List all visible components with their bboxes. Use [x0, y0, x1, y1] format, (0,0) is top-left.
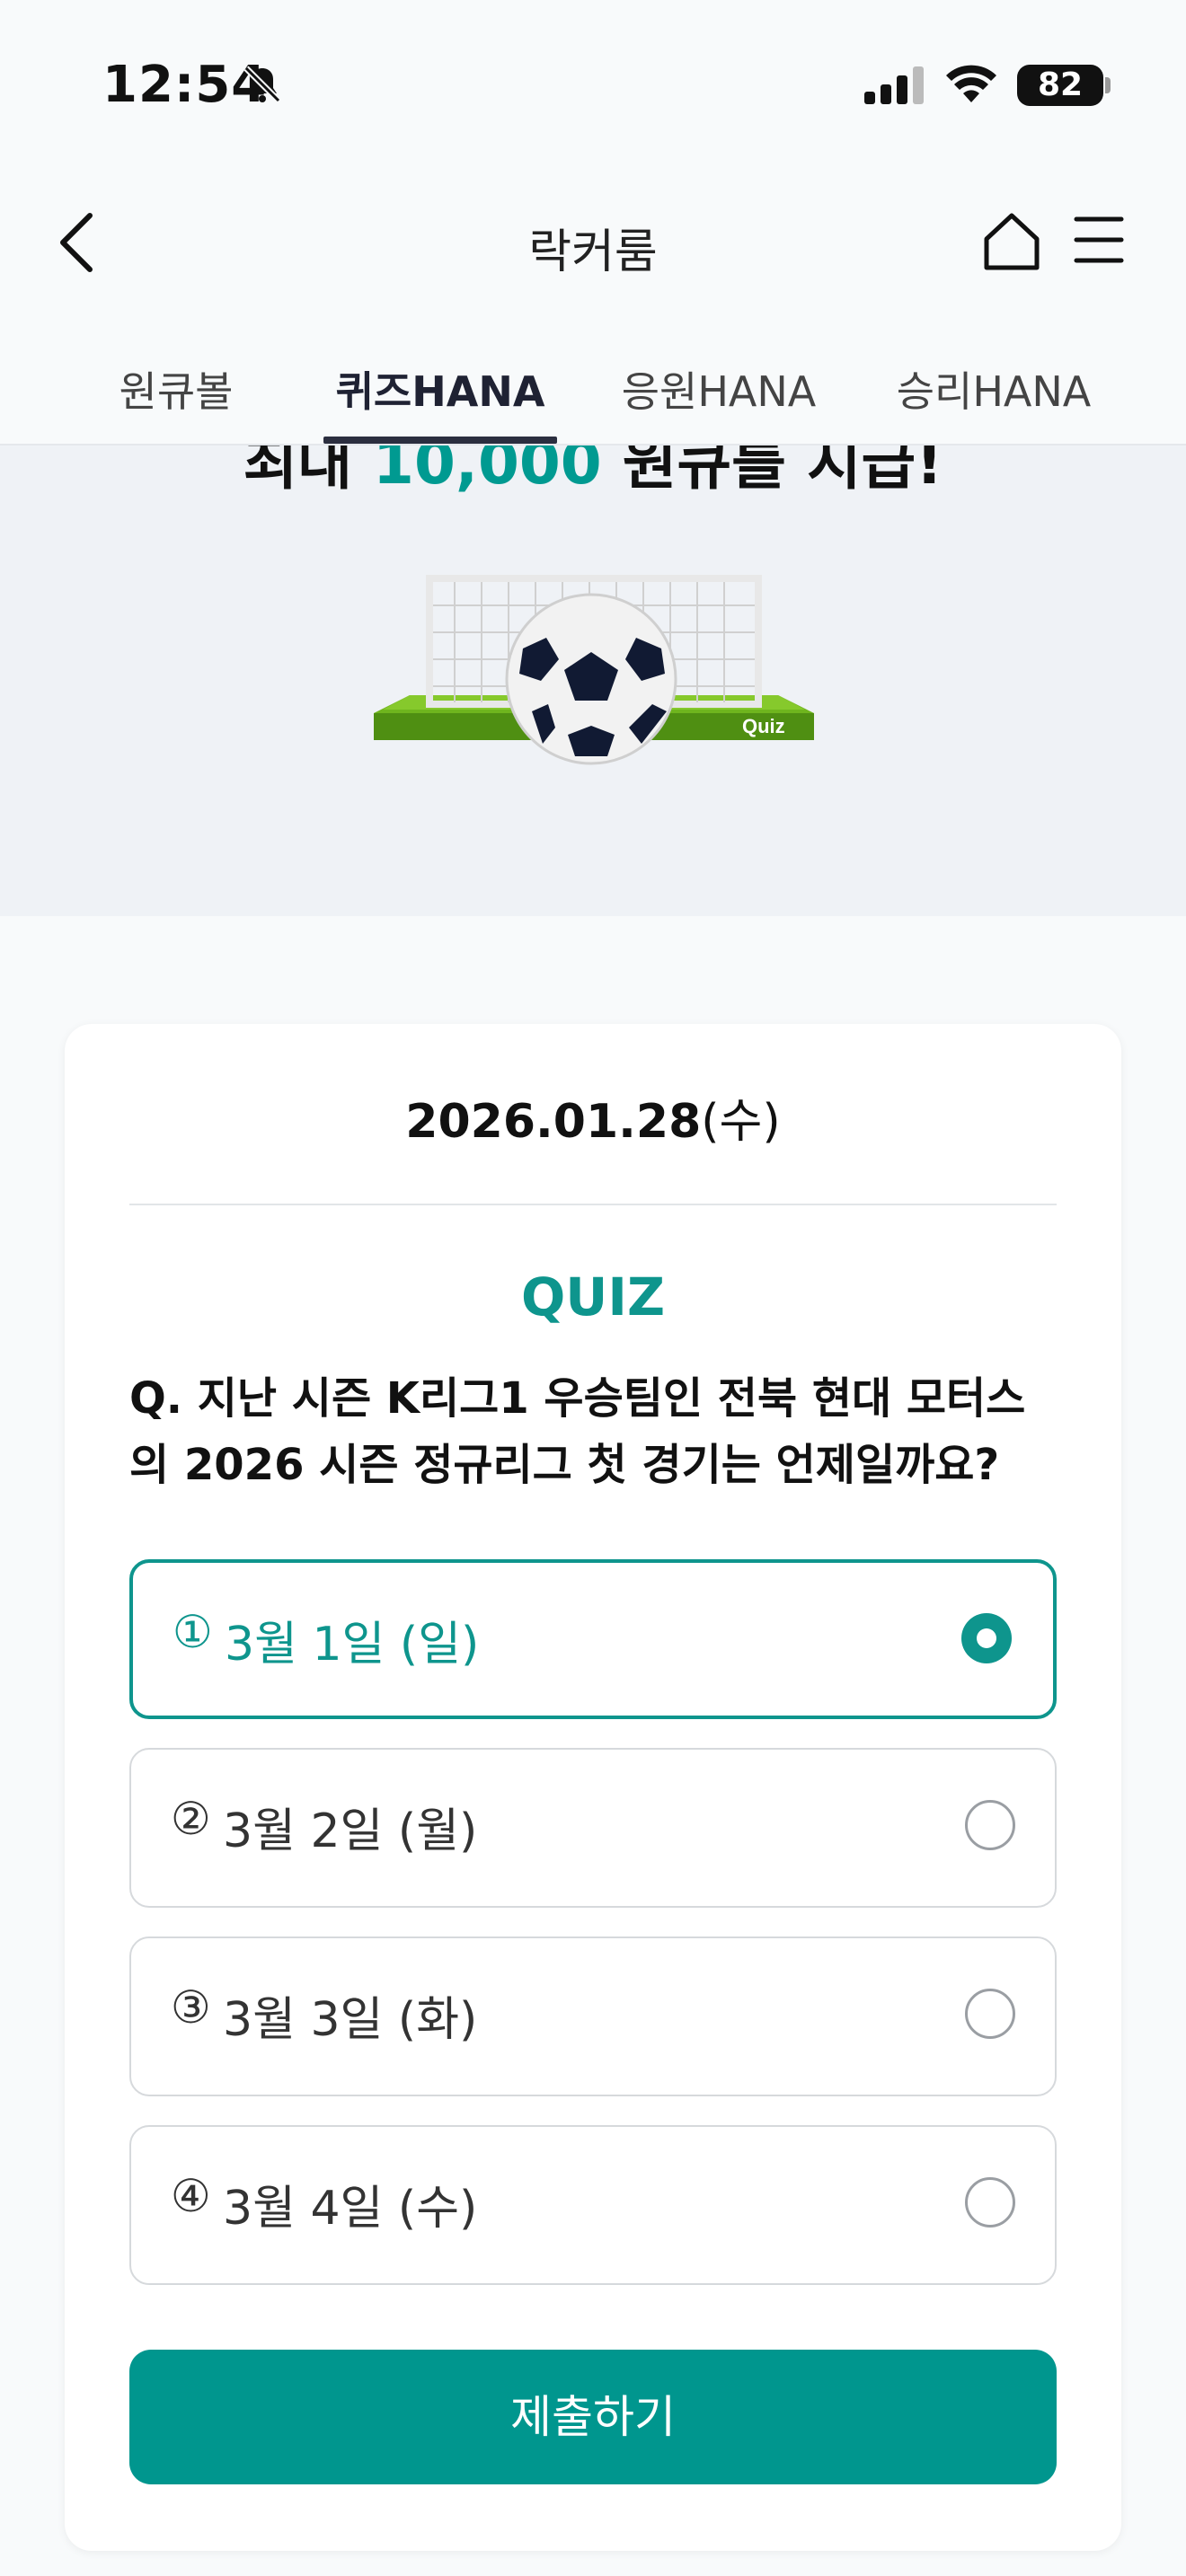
option-number: ①	[173, 1606, 213, 1658]
banner-headline: 최대 10,000 원큐를 지급!	[0, 446, 1186, 501]
quiz-date: 2026.01.28(수)	[65, 1083, 1121, 1151]
banner-prefix: 최대	[243, 446, 374, 498]
radio-unselected-icon[interactable]	[965, 1800, 1015, 1850]
bell-slash-icon	[243, 66, 281, 103]
quiz-title: QUIZ	[520, 1266, 666, 1328]
option-number: ③	[171, 1981, 211, 2033]
status-bar: 12:54 82	[0, 0, 1186, 171]
tab-cheer-hana[interactable]: 응원HANA	[611, 359, 827, 419]
divider	[129, 1204, 1057, 1205]
submit-button[interactable]: 제출하기	[129, 2350, 1057, 2484]
tab-bar: 원큐볼 퀴즈HANA 응원HANA 승리HANA	[0, 323, 1186, 446]
wifi-icon	[946, 65, 996, 102]
quiz-option-4[interactable]: ④ 3월 4일 (수)	[129, 2125, 1057, 2285]
tab-wonqball[interactable]: 원큐볼	[86, 359, 266, 419]
battery-icon: 82	[1017, 65, 1103, 106]
banner-suffix: 원큐를 지급!	[601, 446, 943, 498]
goal-quiz-label: Quiz	[742, 715, 785, 737]
event-banner: 최대 10,000 원큐를 지급! Quiz	[0, 446, 1186, 916]
radio-selected-icon[interactable]	[961, 1613, 1012, 1663]
tab-quiz-hana[interactable]: 퀴즈HANA	[323, 359, 557, 419]
active-tab-indicator	[323, 437, 557, 444]
radio-unselected-icon[interactable]	[965, 1989, 1015, 2039]
hamburger-menu-icon[interactable]	[1073, 212, 1125, 268]
quiz-option-1[interactable]: ① 3월 1일 (일)	[129, 1559, 1057, 1719]
option-label: 3월 1일 (일)	[225, 1618, 480, 1672]
quiz-question: Q. 지난 시즌 K리그1 우승팀인 전북 현대 모터스의 2026 시즌 정규…	[129, 1373, 1026, 1490]
quiz-option-2[interactable]: ② 3월 2일 (월)	[129, 1748, 1057, 1908]
cellular-signal-icon	[864, 66, 924, 104]
radio-unselected-icon[interactable]	[965, 2177, 1015, 2228]
option-label: 3월 2일 (월)	[223, 1804, 478, 1858]
home-icon[interactable]	[981, 208, 1042, 273]
tab-victory-hana[interactable]: 승리HANA	[884, 359, 1103, 419]
navigation-bar: 락커룸	[0, 171, 1186, 323]
quiz-card: 2026.01.28(수) QUIZ Q. 지난 시즌 K리그1 우승팀인 전북…	[65, 1024, 1121, 2551]
soccer-goal-illustration: Quiz	[374, 575, 814, 765]
quiz-weekday: (수)	[701, 1095, 781, 1149]
quiz-date-value: 2026.01.28	[405, 1095, 702, 1149]
banner-highlight-amount: 10,000	[373, 446, 602, 498]
battery-cap	[1105, 77, 1111, 93]
option-number: ②	[171, 1793, 211, 1845]
quiz-option-3[interactable]: ③ 3월 3일 (화)	[129, 1936, 1057, 2096]
option-label: 3월 3일 (화)	[223, 1993, 478, 2047]
option-label: 3월 4일 (수)	[223, 2182, 478, 2236]
option-number: ④	[171, 2170, 211, 2222]
